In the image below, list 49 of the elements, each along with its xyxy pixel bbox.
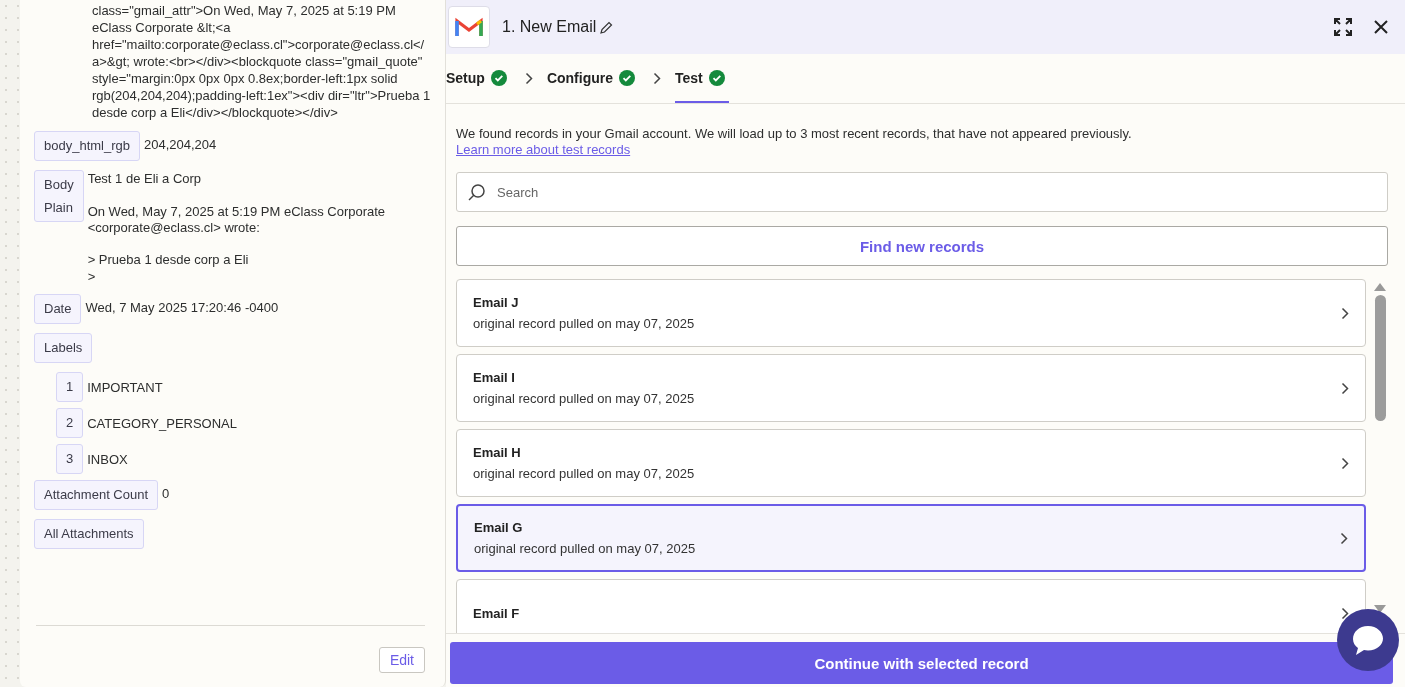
check-circle-icon xyxy=(490,69,507,86)
record-item[interactable]: Email I original record pulled on may 07, 2025 xyxy=(456,354,1366,422)
edit-button[interactable]: Edit xyxy=(378,646,425,673)
learn-more-link[interactable]: Learn more about test records xyxy=(456,142,631,157)
envelope-logo-icon xyxy=(455,16,483,38)
field-label: Labels xyxy=(34,333,93,364)
chevron-right-icon xyxy=(1341,306,1349,320)
field-label: Body Plain xyxy=(34,170,84,222)
field-value: IMPORTANT xyxy=(87,379,163,395)
search-icon xyxy=(468,183,486,201)
chevron-right-icon xyxy=(524,72,533,85)
field-value: CATEGORY_PERSONAL xyxy=(87,415,238,431)
field-label: Attachment Count xyxy=(34,480,159,511)
chevron-right-icon xyxy=(1341,381,1349,395)
record-item[interactable]: Email G original record pulled on may 07, 2025 xyxy=(456,504,1366,572)
intro-text: We found records in your Gmail account. We will load up to 3 most recent records, that have not appeared previously. xyxy=(456,126,1133,142)
check-circle-icon xyxy=(708,69,725,86)
search-field[interactable]: Search xyxy=(456,172,1388,212)
step-tab[interactable]: Test xyxy=(675,54,729,103)
field-value: 204,204,204 xyxy=(144,136,217,153)
field-value: Wed, 7 May 2025 17:20:46 -0400 xyxy=(85,299,279,317)
record-item[interactable]: Email F xyxy=(456,579,1366,633)
index-label: 2 xyxy=(56,408,84,439)
find-records-button[interactable]: Find new records xyxy=(456,226,1388,266)
check-circle-icon xyxy=(619,69,635,86)
record-item[interactable]: Email J original record pulled on may 07, 2025 xyxy=(456,279,1366,347)
chevron-right-icon xyxy=(1340,531,1348,545)
field-value: INBOX xyxy=(87,451,128,467)
record-item[interactable]: Email H original record pulled on may 07, 2025 xyxy=(456,429,1366,497)
step-tab[interactable]: Setup xyxy=(446,54,511,103)
field-value: class="gmail_attr">On Wed, May 7, 2025 at 5:19 PM eClass Corporate &lt;<a href="mailto:corporate@eclass.cl">corporate@eclass.cl</a>&gt; wrote:<br></div><blockquote class="gmail_quote" style="margin:0px 0px 0px 0.8ex;border-left:1px solid rgb(204,204,204);padding-left:1ex"><div dir="ltr">Prueba 1 desde corp a Eli</div></blockquote></div> xyxy=(92,2,431,121)
scroll-down-icon[interactable] xyxy=(1374,605,1386,613)
scrollbar-thumb[interactable] xyxy=(1374,295,1386,421)
step-tab[interactable]: Configure xyxy=(546,54,639,103)
continue-button[interactable]: Continue with selected record xyxy=(450,642,1393,684)
field-label: Date xyxy=(34,294,82,325)
index-label: 1 xyxy=(56,372,84,403)
speech-bubble-icon xyxy=(1351,624,1385,656)
field-label: All Attachments xyxy=(34,519,144,550)
scroll-up-icon[interactable] xyxy=(1374,283,1386,291)
field-label: body_html_rgb xyxy=(34,131,140,161)
pencil-icon[interactable] xyxy=(600,20,614,34)
step-title: 1. New Email xyxy=(502,18,597,36)
field-value: Test 1 de Eli a Corp On Wed, May 7, 2025 at 5:19 PM eClass Corporate <corporate@eclass.cl> wrote: > Prueba 1 desde corp a Eli > xyxy=(87,170,387,286)
chevron-right-icon xyxy=(653,72,661,85)
index-label: 3 xyxy=(56,444,84,475)
chevron-right-icon xyxy=(1341,606,1349,620)
chevron-right-icon xyxy=(1341,456,1349,470)
field-value: 0 xyxy=(162,485,170,503)
